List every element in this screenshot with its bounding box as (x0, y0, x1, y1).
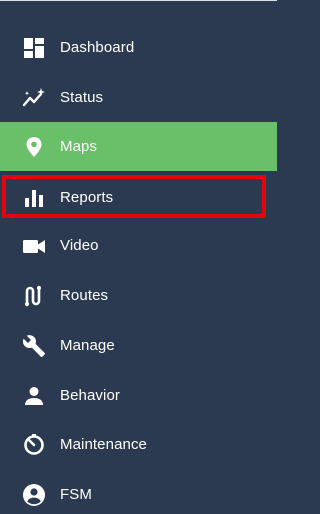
maintenance-timer-icon (22, 433, 46, 457)
map-pin-icon (22, 135, 46, 159)
sidebar-item-label: Manage (60, 337, 115, 354)
sidebar-item-label: Dashboard (60, 39, 135, 56)
video-camera-icon (22, 234, 46, 258)
sidebar-item-label: Video (60, 237, 99, 254)
sidebar-item-behavior[interactable]: Behavior (0, 371, 277, 420)
account-circle-icon (22, 483, 46, 507)
route-icon (22, 284, 46, 308)
sidebar-item-label: Behavior (60, 387, 121, 404)
sidebar-item-manage[interactable]: Manage (0, 321, 277, 370)
person-icon (22, 384, 46, 408)
wrench-icon (22, 334, 46, 358)
sidebar-item-label: Status (60, 89, 104, 106)
sidebar-item-label: Maintenance (60, 436, 147, 453)
sidebar-item-video[interactable]: Video (0, 221, 277, 270)
sidebar-item-status[interactable]: Status (0, 73, 277, 122)
sidebar-item-label: Reports (60, 189, 114, 206)
sidebar-item-dashboard[interactable]: Dashboard (0, 23, 277, 72)
sidebar-item-label: FSM (60, 486, 92, 503)
sidebar-item-reports[interactable]: Reports (0, 173, 277, 222)
status-trend-icon (22, 86, 46, 110)
sidebar-nav: Dashboard Status Maps Reports Video Rout… (0, 0, 277, 514)
sidebar-item-maintenance[interactable]: Maintenance (0, 420, 277, 469)
sidebar-item-routes[interactable]: Routes (0, 271, 277, 320)
sidebar-item-fsm[interactable]: FSM (0, 470, 277, 514)
sidebar-item-maps[interactable]: Maps (0, 122, 277, 171)
dashboard-icon (22, 36, 46, 60)
bar-chart-icon (22, 186, 46, 210)
sidebar-item-label: Maps (60, 138, 98, 155)
sidebar-item-label: Routes (60, 287, 109, 304)
